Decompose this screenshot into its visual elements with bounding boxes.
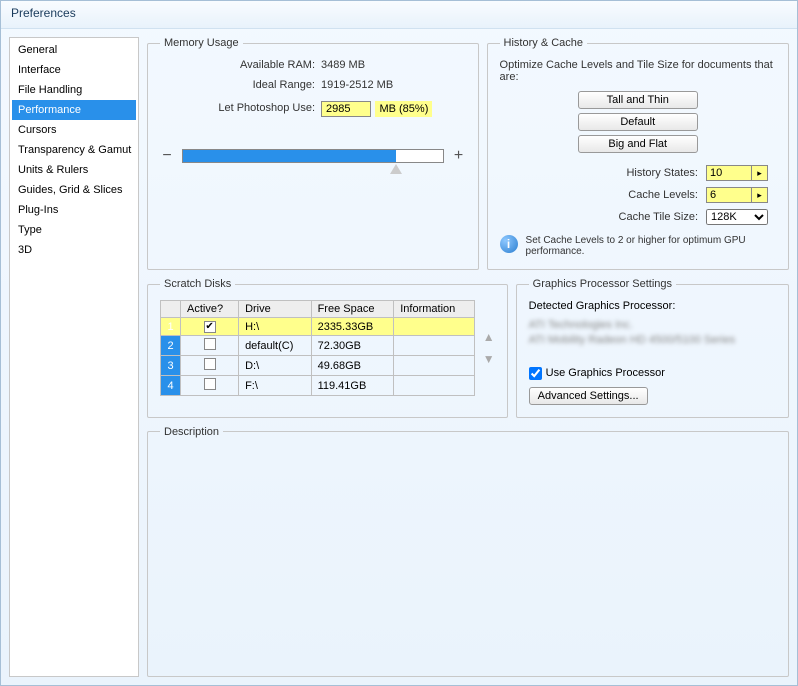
advanced-settings-button[interactable]: Advanced Settings... bbox=[529, 387, 648, 405]
sidebar-item-plug-ins[interactable]: Plug-Ins bbox=[12, 200, 136, 220]
ideal-range-value: 1919-2512 MB bbox=[321, 79, 466, 91]
active-checkbox[interactable]: ✔ bbox=[204, 321, 216, 333]
photoshop-use-input[interactable] bbox=[321, 101, 371, 117]
slider-minus[interactable]: − bbox=[160, 147, 174, 165]
drive-cell: default(C) bbox=[239, 336, 312, 356]
scratch-legend: Scratch Disks bbox=[160, 278, 235, 290]
free-cell: 2335.33GB bbox=[311, 318, 394, 336]
info-cell bbox=[394, 318, 475, 336]
use-gpu-label: Use Graphics Processor bbox=[546, 367, 665, 379]
memory-slider[interactable] bbox=[182, 149, 444, 163]
move-up-icon[interactable]: ▲ bbox=[483, 330, 495, 344]
ideal-range-label: Ideal Range: bbox=[160, 79, 315, 91]
history-intro: Optimize Cache Levels and Tile Size for … bbox=[500, 59, 776, 83]
history-legend: History & Cache bbox=[500, 37, 587, 49]
row-number: 1 bbox=[161, 318, 181, 336]
memory-legend: Memory Usage bbox=[160, 37, 243, 49]
table-row[interactable]: 4 F:\119.41GB bbox=[161, 376, 475, 396]
free-cell: 72.30GB bbox=[311, 336, 394, 356]
cache-tile-label: Cache Tile Size: bbox=[619, 211, 698, 223]
move-down-icon[interactable]: ▼ bbox=[483, 352, 495, 366]
cache-levels-stepper[interactable]: ▸ bbox=[752, 187, 768, 203]
category-sidebar: GeneralInterfaceFile HandlingPerformance… bbox=[9, 37, 139, 677]
sidebar-item-general[interactable]: General bbox=[12, 40, 136, 60]
history-states-stepper[interactable]: ▸ bbox=[752, 165, 768, 181]
scratch-disks-group: Scratch Disks Active? Drive Free Space I… bbox=[147, 278, 508, 418]
drive-cell: H:\ bbox=[239, 318, 312, 336]
col-active[interactable]: Active? bbox=[181, 301, 239, 318]
history-states-label: History States: bbox=[619, 167, 698, 179]
sidebar-item--d[interactable]: 3D bbox=[12, 240, 136, 260]
slider-thumb-icon[interactable] bbox=[390, 164, 402, 174]
row-number: 4 bbox=[161, 376, 181, 396]
cache-levels-label: Cache Levels: bbox=[619, 189, 698, 201]
active-checkbox[interactable] bbox=[204, 338, 216, 350]
slider-plus[interactable]: + bbox=[452, 147, 466, 165]
detected-gpu-label: Detected Graphics Processor: bbox=[529, 300, 776, 312]
info-cell bbox=[394, 356, 475, 376]
detected-gpu-value: ATI Technologies Inc.ATI Mobility Radeon… bbox=[529, 318, 776, 349]
free-cell: 49.68GB bbox=[311, 356, 394, 376]
sidebar-item-type[interactable]: Type bbox=[12, 220, 136, 240]
drive-cell: F:\ bbox=[239, 376, 312, 396]
photoshop-use-percent: MB (85%) bbox=[375, 101, 432, 117]
info-cell bbox=[394, 336, 475, 356]
active-checkbox[interactable] bbox=[204, 378, 216, 390]
tall-thin-button[interactable]: Tall and Thin bbox=[578, 91, 698, 109]
history-states-input[interactable] bbox=[706, 165, 752, 181]
big-flat-button[interactable]: Big and Flat bbox=[578, 135, 698, 153]
gpu-legend: Graphics Processor Settings bbox=[529, 278, 676, 290]
sidebar-item-guides-grid-slices[interactable]: Guides, Grid & Slices bbox=[12, 180, 136, 200]
col-info[interactable]: Information bbox=[394, 301, 475, 318]
cache-levels-input[interactable] bbox=[706, 187, 752, 203]
sidebar-item-interface[interactable]: Interface bbox=[12, 60, 136, 80]
sidebar-item-performance[interactable]: Performance bbox=[12, 100, 136, 120]
table-row[interactable]: 1 ✔ H:\2335.33GB bbox=[161, 318, 475, 336]
drive-cell: D:\ bbox=[239, 356, 312, 376]
free-cell: 119.41GB bbox=[311, 376, 394, 396]
default-button[interactable]: Default bbox=[578, 113, 698, 131]
info-icon: i bbox=[500, 235, 518, 253]
main-panel: Memory Usage Available RAM: 3489 MB Idea… bbox=[147, 37, 789, 677]
use-gpu-row[interactable]: Use Graphics Processor bbox=[529, 367, 776, 380]
available-ram-label: Available RAM: bbox=[160, 59, 315, 71]
sidebar-item-file-handling[interactable]: File Handling bbox=[12, 80, 136, 100]
sidebar-item-cursors[interactable]: Cursors bbox=[12, 120, 136, 140]
description-legend: Description bbox=[160, 426, 223, 438]
col-free[interactable]: Free Space bbox=[311, 301, 394, 318]
col-drive[interactable]: Drive bbox=[239, 301, 312, 318]
description-group: Description bbox=[147, 426, 789, 677]
history-cache-group: History & Cache Optimize Cache Levels an… bbox=[487, 37, 789, 270]
row-number: 2 bbox=[161, 336, 181, 356]
gpu-settings-group: Graphics Processor Settings Detected Gra… bbox=[516, 278, 789, 418]
cache-tile-select[interactable]: 128K bbox=[706, 209, 768, 225]
scratch-disks-table: Active? Drive Free Space Information 1 ✔ H… bbox=[160, 300, 475, 396]
table-row[interactable]: 3 D:\49.68GB bbox=[161, 356, 475, 376]
window-title: Preferences bbox=[1, 1, 797, 29]
table-row[interactable]: 2 default(C)72.30GB bbox=[161, 336, 475, 356]
use-gpu-checkbox[interactable] bbox=[529, 367, 542, 380]
preferences-window: Preferences GeneralInterfaceFile Handlin… bbox=[0, 0, 798, 686]
sidebar-item-units-rulers[interactable]: Units & Rulers bbox=[12, 160, 136, 180]
row-number: 3 bbox=[161, 356, 181, 376]
photoshop-use-label: Let Photoshop Use: bbox=[160, 102, 315, 114]
active-checkbox[interactable] bbox=[204, 358, 216, 370]
cache-info-text: Set Cache Levels to 2 or higher for opti… bbox=[526, 235, 776, 257]
info-cell bbox=[394, 376, 475, 396]
sidebar-item-transparency-gamut[interactable]: Transparency & Gamut bbox=[12, 140, 136, 160]
content: GeneralInterfaceFile HandlingPerformance… bbox=[1, 29, 797, 685]
available-ram-value: 3489 MB bbox=[321, 59, 466, 71]
slider-fill bbox=[183, 150, 396, 162]
memory-usage-group: Memory Usage Available RAM: 3489 MB Idea… bbox=[147, 37, 479, 270]
